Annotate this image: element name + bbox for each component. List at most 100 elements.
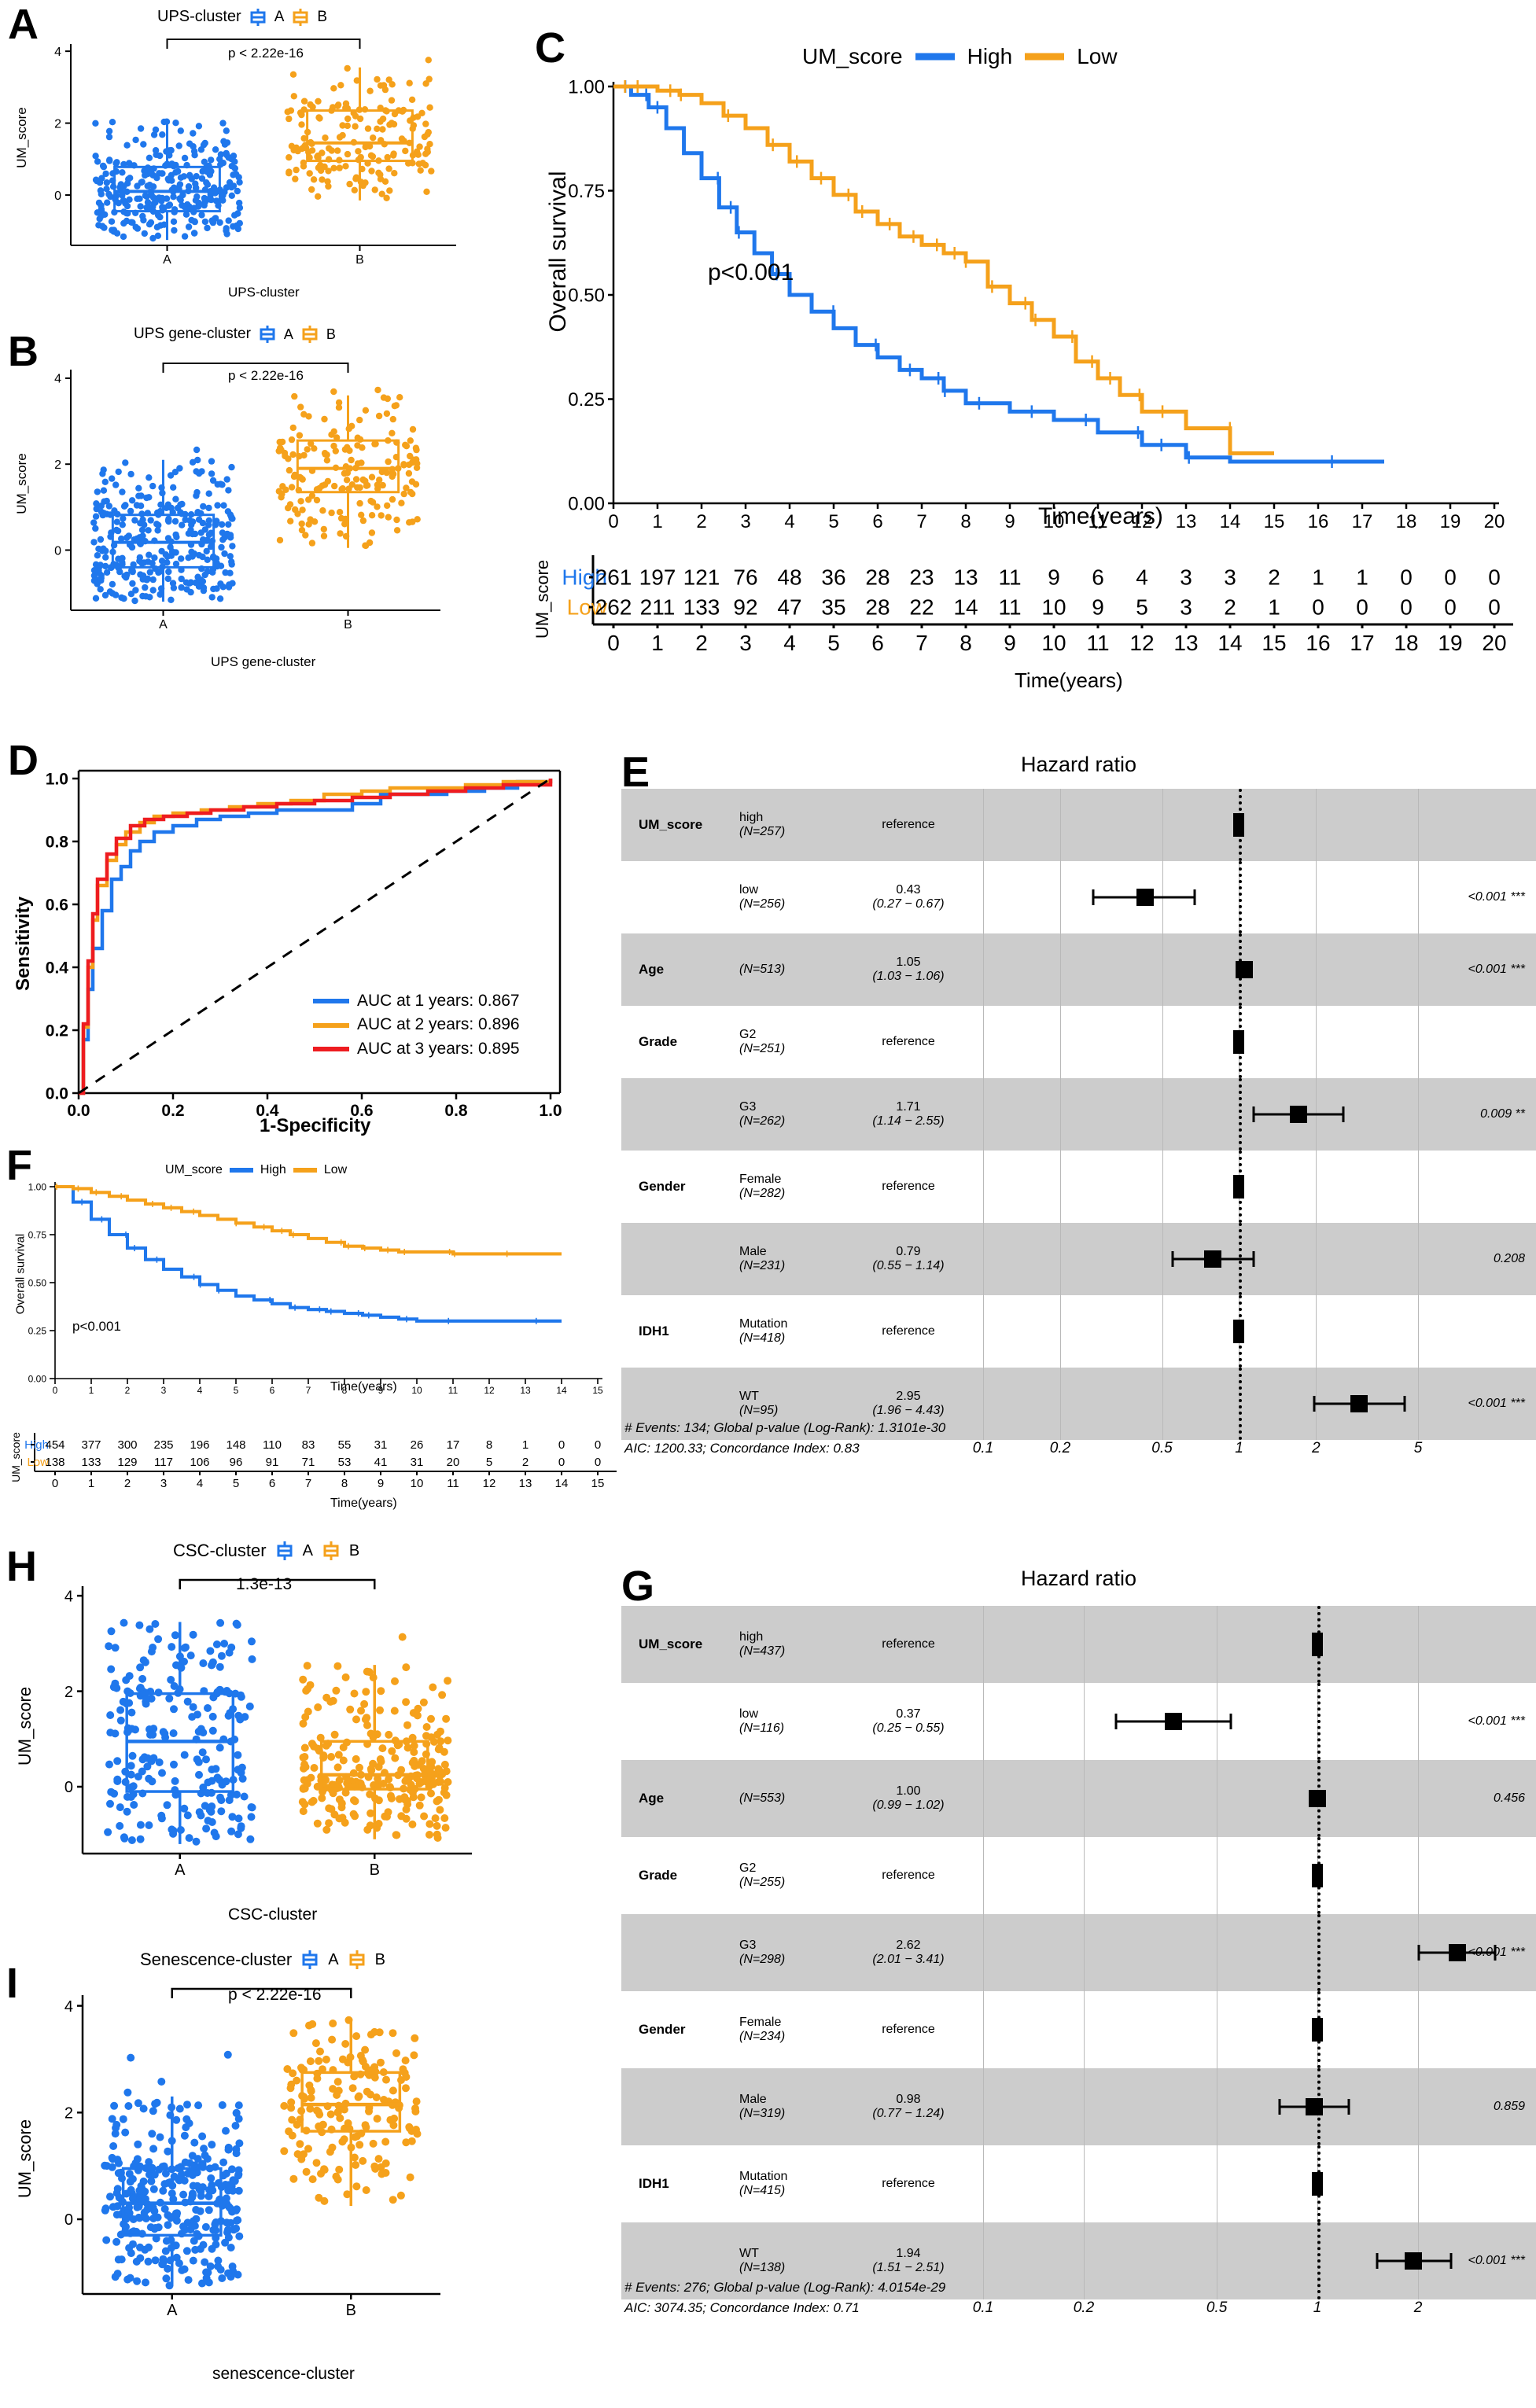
forest-pvalue: <0.001 *** (1468, 1397, 1525, 1410)
forest-ci-cap (1417, 1945, 1420, 1961)
forest-point-estimate (1312, 2172, 1324, 2196)
legend-row-auc2: AUC at 2 years: 0.896 (313, 1013, 520, 1036)
forest-row: Grade G2 (N=251) reference (621, 1006, 1536, 1078)
forest-hr: 1.94 (1.51 − 2.51) (872, 2247, 945, 2274)
panel-b-legend-item-1: B (326, 326, 336, 342)
panel-h-xlabel: CSC-cluster (228, 1905, 318, 1924)
forest-level: Mutation (N=415) (739, 2170, 788, 2197)
forest-hr: 0.37 (0.25 − 0.55) (872, 1707, 945, 1735)
svg-text:6: 6 (269, 1477, 275, 1490)
svg-text:129: 129 (117, 1456, 137, 1469)
svg-text:13: 13 (1173, 631, 1198, 655)
forest-footer-line-0: # Events: 276; Global p-value (Log-Rank)… (624, 2280, 946, 2295)
forest-hr: reference (882, 1324, 935, 1338)
forest-point-estimate (1233, 1320, 1245, 1343)
forest-gridline (1059, 1078, 1061, 1151)
legend-line-blue-icon (914, 50, 956, 64)
forest-plot-cell (983, 1606, 1419, 1683)
svg-text:9: 9 (1004, 511, 1015, 532)
forest-ci-cap (1252, 1106, 1255, 1122)
forest-gridline (983, 1223, 984, 1295)
svg-text:2: 2 (696, 511, 706, 532)
svg-text:15: 15 (591, 1477, 605, 1490)
forest-variable: Age (639, 962, 665, 977)
legend-line-orange-icon (313, 1022, 349, 1028)
forest-gridline (1418, 789, 1419, 861)
svg-text:1.00: 1.00 (568, 77, 605, 98)
panel-i-pvalue: p < 2.22e-16 (228, 1986, 322, 2004)
panel-d-legend-0: AUC at 1 years: 0.867 (357, 992, 520, 1010)
svg-text:4: 4 (1136, 565, 1148, 590)
svg-text:0.50: 0.50 (28, 1277, 47, 1288)
forest-level: (N=553) (739, 1791, 786, 1806)
svg-text:0.8: 0.8 (46, 834, 69, 852)
panel-a: A UPS-cluster A B 0 2 4 A B UM_score UPS-clu… (0, 0, 551, 307)
panel-a-xlabel: UPS-cluster (228, 285, 300, 300)
forest-row: Age (N=553) 1.00 (0.99 − 1.02) 0.456 (621, 1760, 1536, 1837)
forest-variable: UM_score (639, 817, 703, 832)
svg-text:2: 2 (522, 1456, 529, 1469)
svg-text:2: 2 (54, 117, 61, 131)
forest-gridline (1316, 1295, 1317, 1368)
svg-text:19: 19 (1440, 511, 1461, 532)
panel-c-ylabel: Overall survival (545, 171, 571, 333)
panel-f-pvalue: p<0.001 (72, 1319, 121, 1334)
svg-text:4: 4 (64, 1998, 73, 2016)
legend-line-blue-icon (229, 1166, 253, 1174)
forest-pvalue: 0.009 ** (1480, 1107, 1525, 1121)
panel-c: C UM_score High Low 0.00 0.25 0.50 0.75 1.00… (519, 0, 1534, 708)
forest-pvalue: <0.001 *** (1468, 890, 1525, 904)
svg-text:196: 196 (190, 1438, 209, 1452)
svg-text:2: 2 (125, 1385, 131, 1396)
forest-pvalue: <0.001 *** (1468, 963, 1525, 976)
svg-text:8: 8 (486, 1438, 492, 1452)
svg-text:0.0: 0.0 (46, 1085, 68, 1103)
forest-gridline (983, 2068, 984, 2145)
forest-hr: 1.71 (1.14 − 2.55) (872, 1100, 945, 1128)
svg-text:47: 47 (777, 595, 801, 620)
forest-gridline (983, 1760, 984, 1837)
svg-text:0.8: 0.8 (444, 1102, 468, 1120)
legend-line-blue-icon (313, 999, 349, 1004)
forest-gridline (1316, 1223, 1317, 1295)
svg-text:0: 0 (607, 631, 620, 655)
panel-i-legend-title: Senescence-cluster (140, 1950, 293, 1969)
svg-text:197: 197 (639, 565, 676, 590)
svg-text:36: 36 (821, 565, 845, 590)
svg-text:12: 12 (1129, 631, 1154, 655)
svg-text:2: 2 (64, 1684, 73, 1701)
svg-text:0.75: 0.75 (28, 1229, 47, 1240)
svg-text:13: 13 (953, 565, 978, 590)
forest-level: low (N=116) (739, 1707, 785, 1735)
svg-text:B: B (344, 618, 352, 631)
panel-h-legend-item-0: A (302, 1541, 313, 1559)
forest-row: Gender Female (N=282) reference (621, 1151, 1536, 1223)
svg-text:14: 14 (1217, 631, 1242, 655)
forest-gridline (1418, 1295, 1419, 1368)
forest-gridline (1418, 2145, 1419, 2222)
forest-gridline (1083, 1683, 1085, 1760)
svg-text:0.00: 0.00 (28, 1373, 47, 1384)
svg-text:12: 12 (483, 1477, 496, 1490)
svg-text:1: 1 (1268, 595, 1280, 620)
panel-a-ylabel: UM_score (14, 107, 29, 168)
svg-text:3: 3 (1180, 565, 1192, 590)
svg-text:17: 17 (1350, 631, 1374, 655)
forest-row: G3 (N=298) 2.62 (2.01 − 3.41) <0.001 *** (621, 1914, 1536, 1991)
svg-text:10: 10 (411, 1477, 424, 1490)
forest-level: Male (N=231) (739, 1245, 786, 1272)
forest-reference-line (1317, 1914, 1321, 1991)
forest-point-estimate (1136, 889, 1155, 906)
svg-text:5: 5 (1136, 595, 1148, 620)
svg-text:0: 0 (1312, 595, 1324, 620)
forest-footer: # Events: 134; Global p-value (Log-Rank)… (621, 1418, 1536, 1458)
panel-d: D 0.0 0.2 0.4 0.6 0.8 1.0 0.0 0.2 0.4 0.6 0.8 1.0 S… (0, 739, 621, 1148)
svg-text:0: 0 (1400, 565, 1413, 590)
panel-g-rows: UM_score high (N=437) reference low (N=116) 0.… (621, 1606, 1536, 2318)
svg-text:20: 20 (1484, 511, 1505, 532)
forest-reference-line (1317, 1683, 1321, 1760)
forest-gridline (1316, 789, 1317, 861)
svg-text:4: 4 (197, 1477, 203, 1490)
panel-h-legend: CSC-cluster A B (173, 1541, 359, 1561)
panel-g-title: Hazard ratio (1020, 1567, 1137, 1590)
